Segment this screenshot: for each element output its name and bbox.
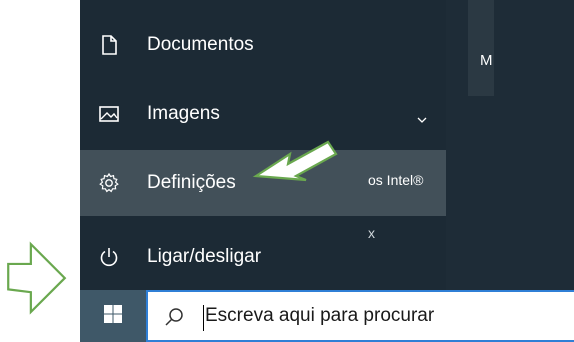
tile-partial-label: M — [480, 52, 493, 69]
tile-x-label: x — [368, 225, 375, 241]
tile-intel-label: os Intel® — [368, 172, 424, 188]
gear-icon — [98, 172, 120, 194]
search-icon — [164, 307, 184, 327]
annotation-arrow-start — [7, 241, 67, 315]
start-item-images[interactable]: Imagens — [80, 85, 446, 143]
chevron-down-icon[interactable] — [416, 114, 428, 126]
search-placeholder: Escreva aqui para procurar — [205, 305, 435, 326]
tiles-area — [446, 0, 574, 290]
image-icon — [98, 103, 120, 125]
text-cursor — [203, 305, 204, 331]
start-item-documents[interactable]: Documentos — [80, 16, 446, 74]
annotation-arrow-settings — [252, 140, 338, 182]
power-icon — [98, 246, 120, 268]
tile-partial[interactable] — [468, 0, 494, 96]
start-item-label: Definições — [147, 172, 236, 193]
document-icon — [98, 34, 120, 56]
start-item-label: Ligar/desligar — [147, 246, 262, 267]
start-item-label: Imagens — [147, 103, 220, 124]
windows-logo-icon — [103, 304, 123, 329]
start-item-label: Documentos — [147, 34, 254, 55]
start-item-power[interactable]: Ligar/desligar — [80, 228, 446, 286]
search-input[interactable]: Escreva aqui para procurar — [146, 290, 574, 342]
